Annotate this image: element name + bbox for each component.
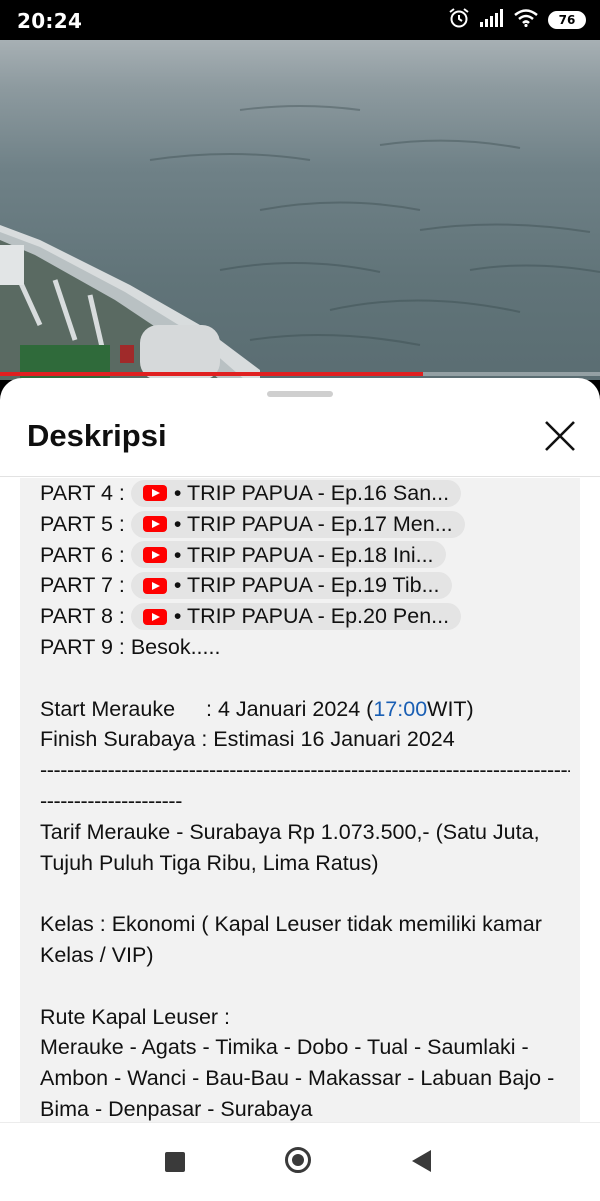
part-line: PART 8 : • TRIP PAPUA - Ep.20 Pen... [40,601,570,632]
rute-title: Rute Kapal Leuser : [40,1004,231,1029]
description-sheet: Deskripsi PART 4 : • TRIP PAPUA - Ep.16 … [0,378,600,1122]
back-icon[interactable] [412,1150,431,1172]
youtube-icon [142,577,167,594]
status-bar: 20:24 76 [0,0,600,40]
drag-handle[interactable] [267,391,333,397]
start-tail: WIT) [427,696,474,721]
close-button[interactable] [538,414,582,458]
youtube-icon [142,546,167,563]
divider-dashes: ----------------------------------------… [40,758,570,783]
video-progress-fill [0,372,423,376]
status-time: 20:24 [17,9,83,33]
signal-icon [480,8,504,32]
part-label: PART 5 : [40,511,125,536]
video-link-chip[interactable]: • TRIP PAPUA - Ep.19 Tib... [130,572,452,600]
video-link-chip[interactable]: • TRIP PAPUA - Ep.16 San... [130,479,462,507]
tarif-text: Tarif Merauke - Surabaya Rp 1.073.500,- … [40,819,540,875]
video-link-text: • TRIP PAPUA - Ep.18 Ini... [173,542,434,567]
part-line: PART 6 : • TRIP PAPUA - Ep.18 Ini... [40,540,570,571]
video-player[interactable] [0,40,600,380]
video-link-chip[interactable]: • TRIP PAPUA - Ep.17 Men... [130,510,465,538]
alarm-icon [448,7,470,34]
start-line: Start Merauke : 4 Januari 2024 (17:00 WIT… [40,694,570,725]
part-line: PART 5 : • TRIP PAPUA - Ep.17 Men... [40,509,570,540]
video-progress-bar[interactable] [0,372,600,376]
part-line: PART 4 : • TRIP PAPUA - Ep.16 San... [40,478,570,509]
video-link-chip[interactable]: • TRIP PAPUA - Ep.20 Pen... [130,603,462,631]
sea-scene [0,105,600,380]
recents-icon[interactable] [165,1152,185,1172]
battery-icon: 76 [548,11,586,29]
part-label: PART 6 : [40,542,125,567]
part-label: PART 7 : [40,573,125,598]
video-link-text: • TRIP PAPUA - Ep.20 Pen... [173,604,450,629]
sheet-title: Deskripsi [27,418,167,453]
video-link-chip[interactable]: • TRIP PAPUA - Ep.18 Ini... [130,541,446,569]
video-link-text: • TRIP PAPUA - Ep.19 Tib... [173,573,440,598]
part-label: PART 8 : [40,604,125,629]
status-icons: 76 [448,7,586,33]
part9-line: PART 9 : Besok..... [40,634,221,659]
wifi-icon [514,8,538,32]
navigation-bar [0,1122,600,1201]
start-time-link[interactable]: 17:00 [373,694,427,725]
divider-dashes-cont: --------------------- [40,788,182,813]
home-icon[interactable] [285,1147,311,1173]
part-line: PART 7 : • TRIP PAPUA - Ep.19 Tib... [40,570,570,601]
youtube-icon [142,485,167,502]
close-icon [545,421,575,451]
sheet-divider [0,476,600,477]
kelas-text: Kelas : Ekonomi ( Kapal Leuser tidak mem… [40,912,542,967]
finish-line: Finish Surabaya : Estimasi 16 Januari 20… [40,727,455,752]
start-date: : 4 Januari 2024 ( [206,696,374,721]
youtube-icon [142,516,167,533]
part-label: PART 4 : [40,481,125,505]
video-link-text: • TRIP PAPUA - Ep.17 Men... [173,511,453,536]
rute-text: Merauke - Agats - Timika - Dobo - Tual -… [40,1035,555,1121]
description-box: PART 4 : • TRIP PAPUA - Ep.16 San... PAR… [20,478,580,1122]
video-link-text: • TRIP PAPUA - Ep.16 San... [173,481,450,505]
start-label: Start Merauke [40,696,176,721]
youtube-icon [142,608,167,625]
description-text: PART 4 : • TRIP PAPUA - Ep.16 San... PAR… [40,478,570,1122]
